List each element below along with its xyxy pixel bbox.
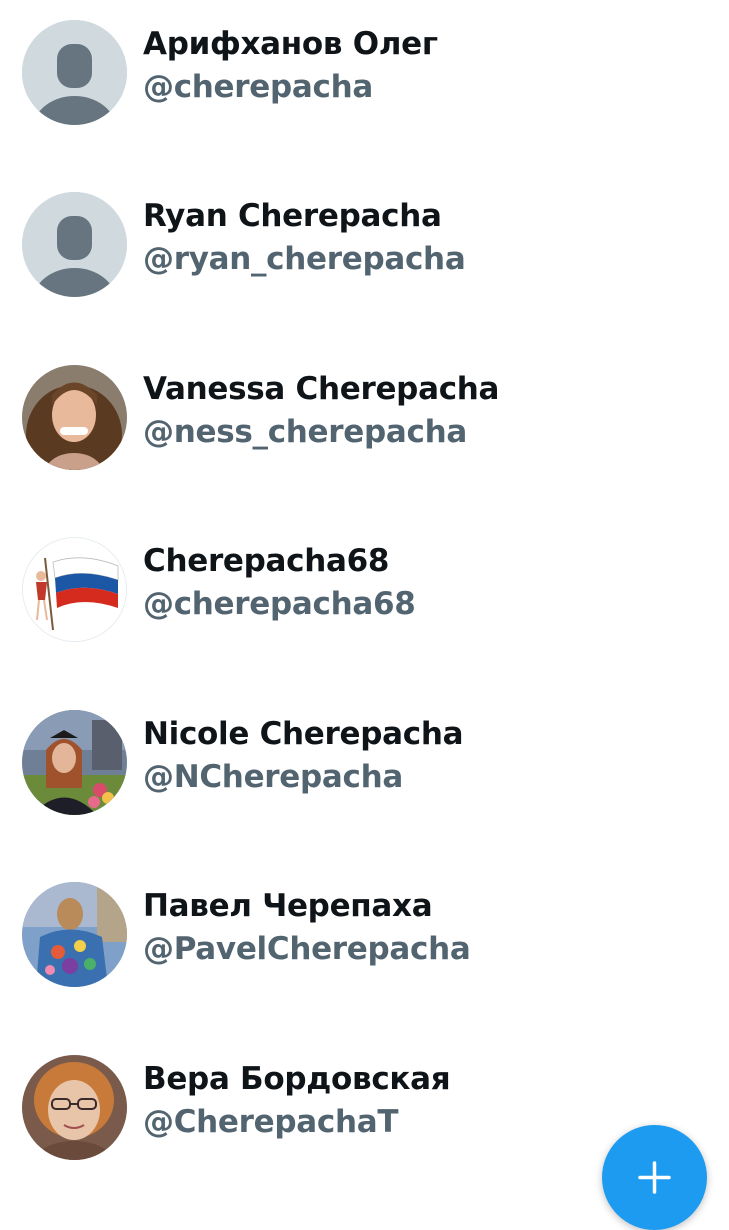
photo-avatar <box>22 710 127 815</box>
user-display-name: Cherepacha68 <box>143 543 390 579</box>
user-display-name: Vanessa Cherepacha <box>143 371 500 407</box>
user-display-name: Nicole Cherepacha <box>143 716 464 752</box>
user-row[interactable]: Ryan Cherepacha @ryan_cherepacha <box>0 172 729 344</box>
user-handle: @ryan_cherepacha <box>143 241 466 277</box>
photo-avatar <box>22 1055 127 1160</box>
user-row[interactable]: Vanessa Cherepacha @ness_cherepacha <box>0 345 729 517</box>
user-handle: @cherepacha68 <box>143 586 416 622</box>
photo-avatar <box>22 365 127 470</box>
user-row[interactable]: Павел Черепаха @PavelCherepacha <box>0 862 729 1034</box>
russian-flag-avatar <box>22 537 127 642</box>
photo-avatar <box>22 882 127 987</box>
user-display-name: Ryan Cherepacha <box>143 198 442 234</box>
plus-icon <box>638 1161 671 1194</box>
user-display-name: Вера Бордовская <box>143 1061 451 1097</box>
user-handle: @PavelCherepacha <box>143 931 471 967</box>
user-handle: @NCherepacha <box>143 759 403 795</box>
user-row[interactable]: Cherepacha68 @cherepacha68 <box>0 517 729 689</box>
user-display-name: Арифханов Олег <box>143 26 438 62</box>
user-row[interactable]: Арифханов Олег @cherepacha <box>0 0 729 172</box>
user-handle: @cherepacha <box>143 69 373 105</box>
compose-button[interactable] <box>602 1125 707 1230</box>
default-avatar-icon <box>22 192 127 297</box>
user-row[interactable]: Nicole Cherepacha @NCherepacha <box>0 690 729 862</box>
user-handle: @ness_cherepacha <box>143 414 467 450</box>
user-display-name: Павел Черепаха <box>143 888 433 924</box>
default-avatar-icon <box>22 20 127 125</box>
